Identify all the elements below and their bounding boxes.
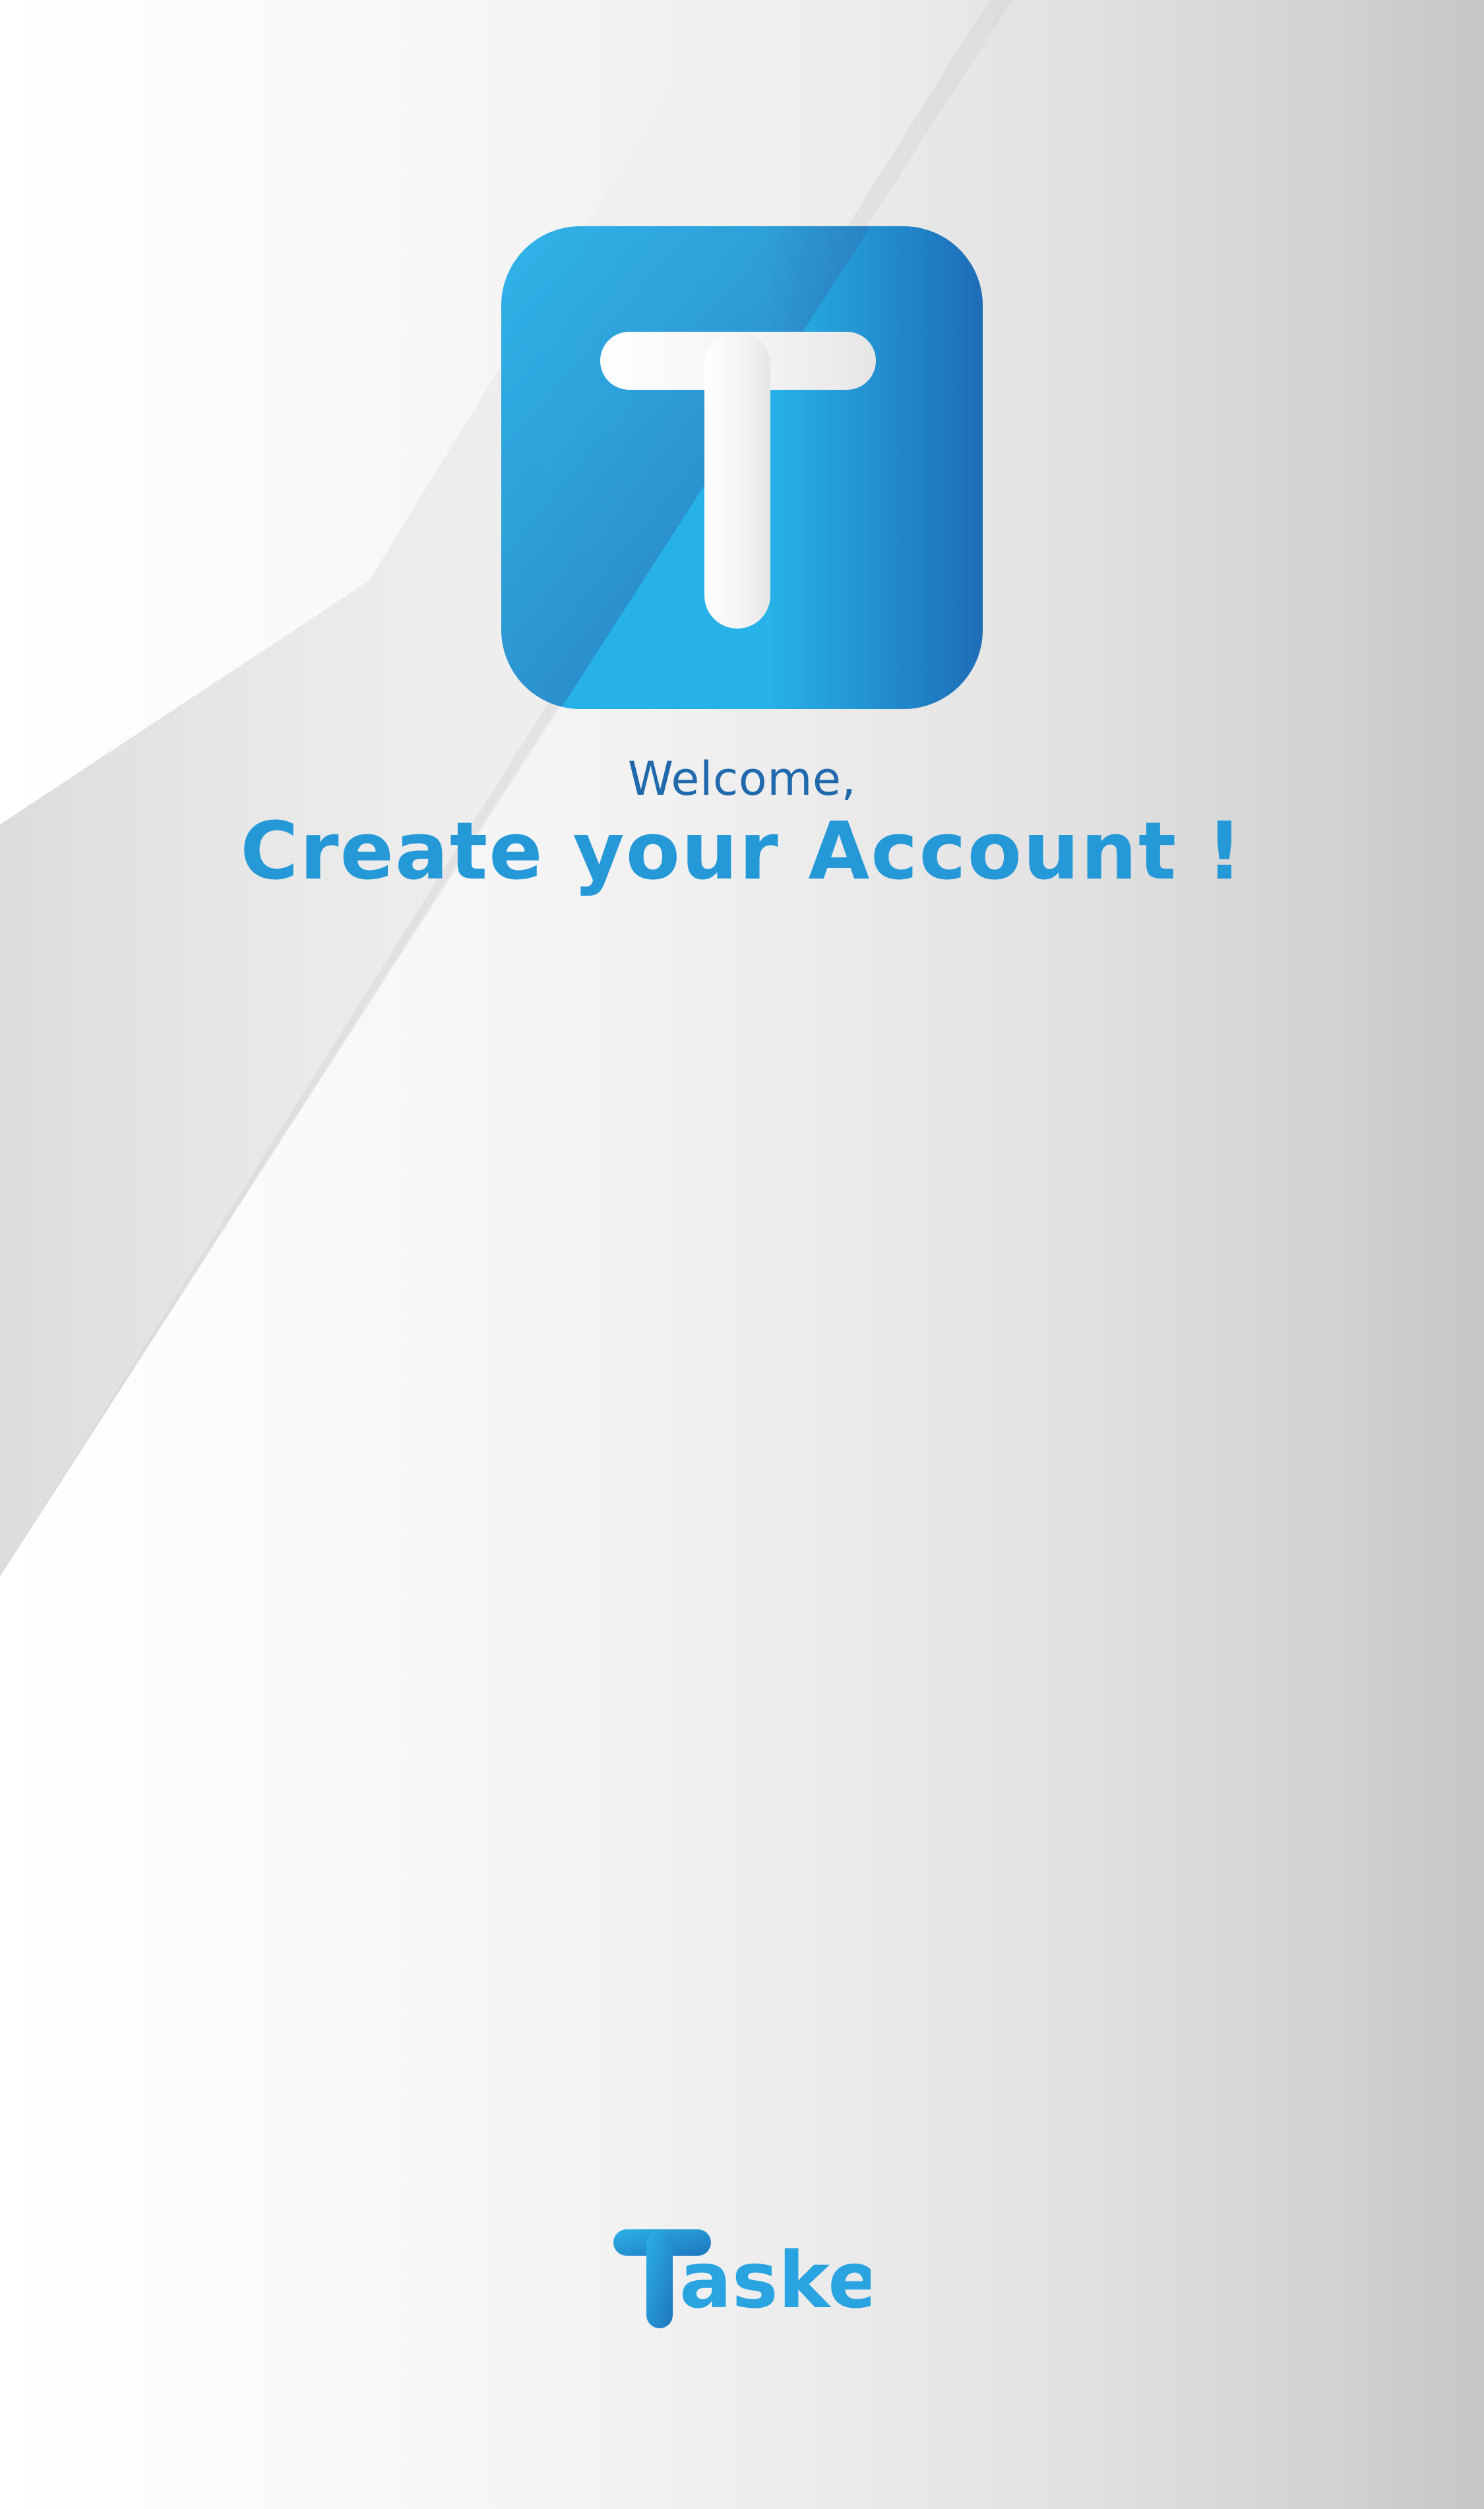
tasker-brand-logo: asker <box>613 2223 919 2335</box>
create-account-headline: Create your Account ! <box>240 806 1244 898</box>
brand-name-text: asker <box>679 2235 871 2326</box>
welcome-greeting: Welcome, <box>627 752 857 806</box>
tasker-app-icon <box>501 226 983 709</box>
app-icon <box>501 226 983 709</box>
tasker-logo-icon: asker <box>613 2229 919 2328</box>
